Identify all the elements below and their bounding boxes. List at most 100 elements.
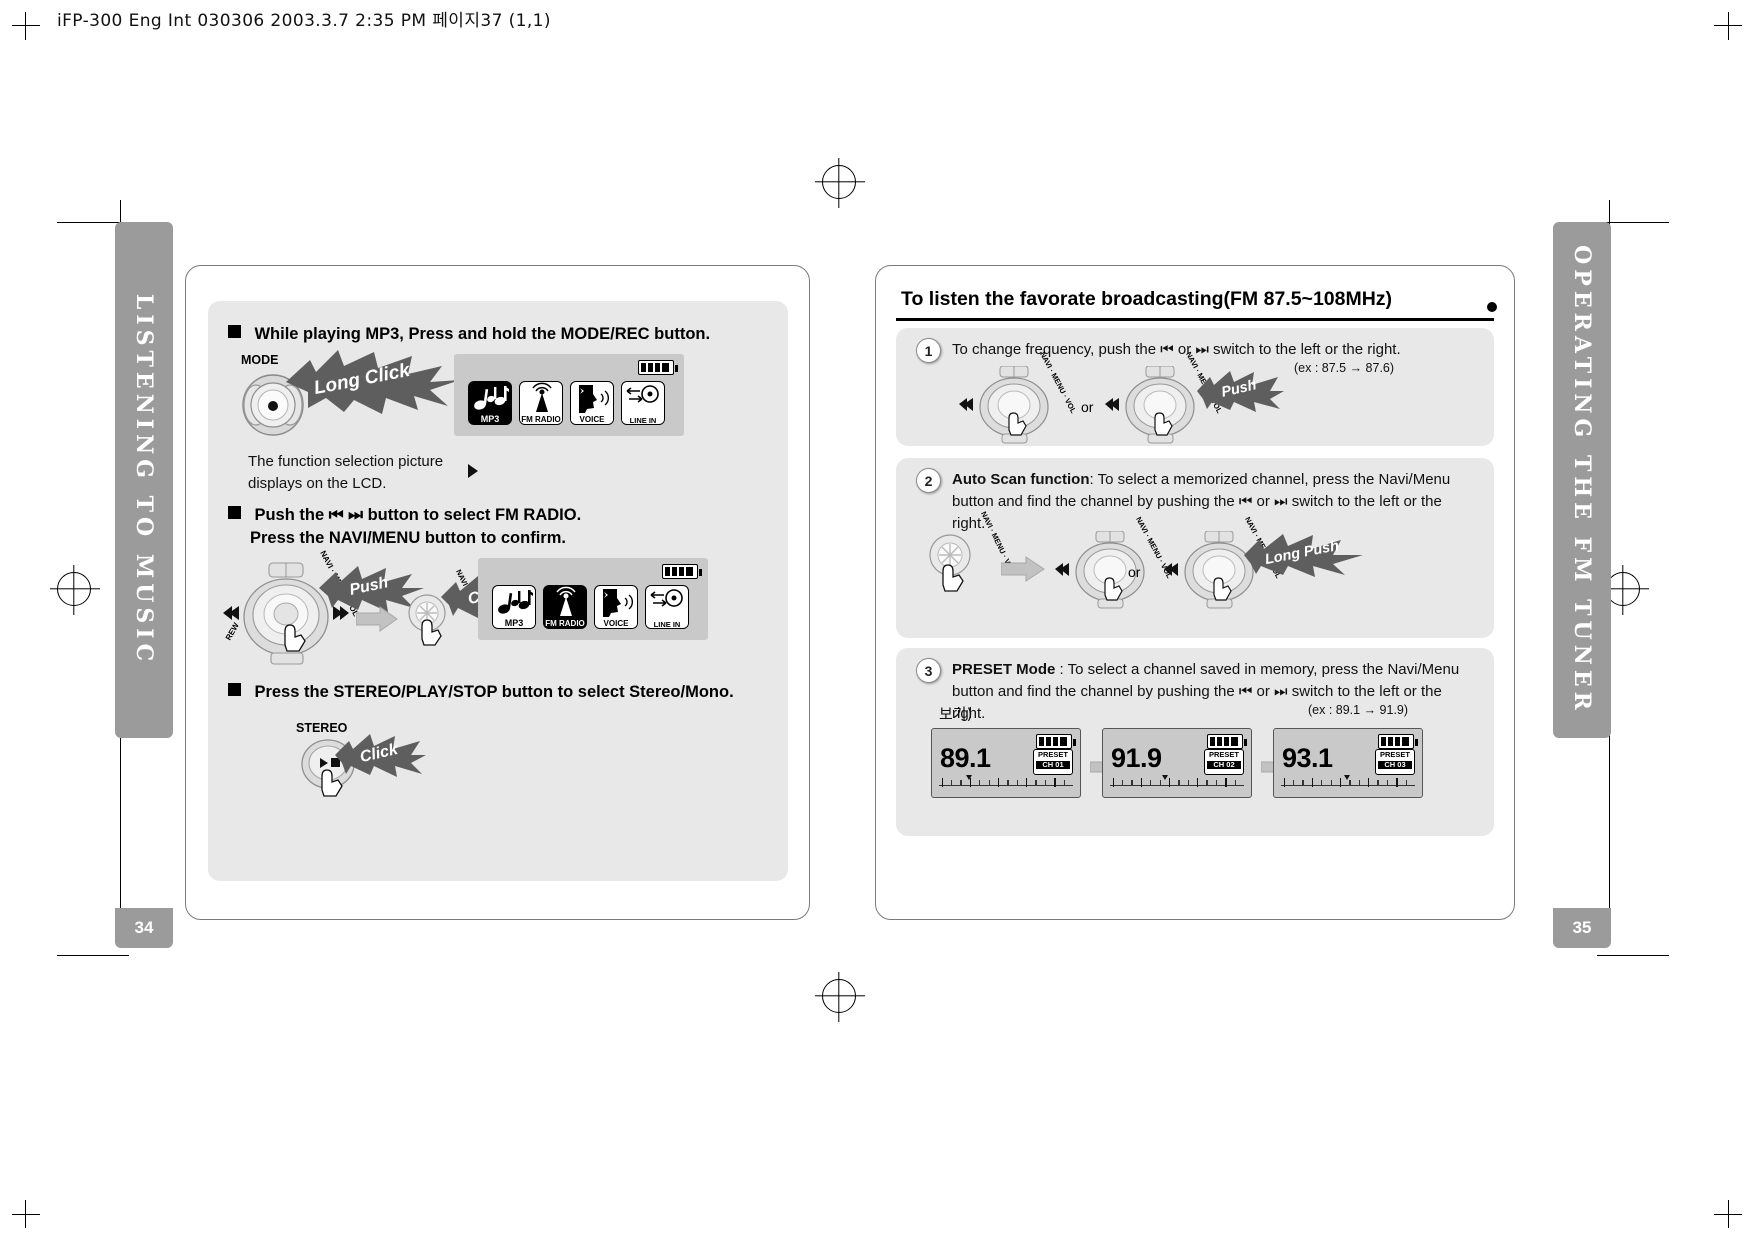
title-underline [896,318,1494,321]
section-2-number: 2 [916,468,941,493]
section-2-or-label: or [1128,564,1141,580]
step2-heading-line1: Push the ⏮ ⏭ button to select FM RADIO. [254,506,582,524]
preset-tag-3-top: PRESET [1379,750,1410,759]
left-page: While playing MP3, Press and hold the MO… [185,265,810,920]
side-tab-listening-to-music: LISTENING TO MUSIC [115,222,173,738]
line-in-glyph-2 [650,589,683,607]
preset-frequency-2: 91.9 [1111,743,1162,773]
preset-tag-1-bottom: CH 01 [1036,760,1070,770]
section-1-example: (ex : 87.5 → 87.6) [1294,361,1395,375]
lcd-bottom-label-mp3: MP3 [493,619,535,628]
battery-icon-preset-3 [1378,734,1418,749]
section-1-text: To change frequency, push the ⏮ or ⏭ swi… [952,341,1401,358]
tuning-scale-1 [939,775,1073,791]
section-2-text: Auto Scan function: To select a memorize… [952,469,1472,534]
tuning-scale-3 [1281,775,1415,791]
preset-frequency-3: 93.1 [1282,743,1333,773]
page-number-left: 34 [115,908,173,948]
fm-antenna-icon: FM RADIO [519,381,563,425]
battery-icon-preset-2 [1207,734,1247,749]
bullet-square-icon-2 [228,506,241,519]
lcd-bottom-label-linein-text: LINE IN [653,619,681,629]
title-end-dot [1487,302,1497,312]
long-push-burst-section2: Long Push [1241,531,1366,579]
fm-antenna-glyph-2 [556,586,576,616]
korean-annotation: 보기) [939,705,973,723]
side-tab-left-label: LISTENING TO MUSIC [131,293,157,667]
lcd-top-label-linein: LINE IN [622,417,664,424]
flow-arrow-1-svg [355,606,398,632]
section-2-bold-lead: Auto Scan function [952,471,1090,488]
section-1-number: 1 [916,338,941,363]
page-number-right: 35 [1553,908,1611,948]
navi-jog-1a[interactable]: NAVI · MENU · VOL [958,350,1078,444]
fm-antenna-icon: FM RADIO [543,585,587,629]
step2-heading-row: Push the ⏮ ⏭ button to select FM RADIO. [228,504,773,526]
music-note-icon: MP3 [492,585,536,629]
lcd-top-label-voice: VOICE [571,416,613,424]
lcd-bottom-cell-mp3[interactable]: MP3 [492,585,536,629]
lcd-top-cell-fm[interactable]: FM RADIO [519,381,563,425]
lcd-display-top: MP3 FM RADIO VOICE LINE IN [454,354,684,436]
side-tab-operating-fm-tuner: OPERATING THE FM TUNER [1553,222,1611,738]
battery-icon-bottom [662,564,702,579]
music-note-glyph-2 [498,590,533,614]
lcd-bottom-cell-voice[interactable]: VOICE [594,585,638,629]
page-title: To listen the favorate broadcasting(FM 8… [901,288,1393,310]
section-3-number: 3 [916,658,941,683]
step1-heading: While playing MP3, Press and hold the MO… [254,325,711,343]
mode-button-label: MODE [241,353,279,367]
preset-frequency-1: 89.1 [940,743,991,773]
preset-tag-1-top: PRESET [1037,750,1068,759]
lcd-bottom-label-voice: VOICE [595,620,637,628]
lcd-top-cell-voice[interactable]: VOICE [570,381,614,425]
fm-antenna-glyph [532,382,552,412]
lcd-top-cell-mp3[interactable]: MP3 [468,381,512,425]
lcd-top-label-fm: FM RADIO [520,416,562,424]
navi-menu-button-small-2-svg [929,534,971,592]
voice-face-icon: VOICE [570,381,614,425]
note-triangle-icon [468,464,478,478]
preset-tag-1: PRESET CH 01 [1033,749,1073,775]
navi-jog-2a[interactable]: NAVI · MENU · VOL [1054,515,1174,609]
click-burst-stereo: Click [332,731,428,779]
tuning-pointer-3 [1343,775,1350,780]
lcd-note-text: The function selection picture displays … [248,451,498,495]
battery-icon-preset-1 [1036,734,1076,749]
lcd-bottom-cell-fm[interactable]: FM RADIO [543,585,587,629]
push-burst-section1: Push [1194,368,1286,414]
preset-tag-3-bottom: CH 03 [1378,760,1412,770]
step3-heading-row: Press the STEREO/PLAY/STOP button to sel… [228,681,773,703]
navi-menu-button-small-2[interactable]: NAVI · MENU · VOL [922,510,1017,603]
long-click-burst: Long Click [282,348,462,416]
lcd-note-label: The function selection picture displays … [248,453,444,492]
tuning-pointer-1 [965,775,972,780]
preset-display-2: 91.9 PRESET CH 02 [1102,728,1252,798]
bullet-square-icon-3 [228,683,241,696]
preset-display-3: 93.1 PRESET CH 03 [1273,728,1423,798]
flow-arrow-2 [1000,556,1045,587]
line-in-glyph [626,385,659,403]
manual-page-spread: LISTENING TO MUSIC 34 OPERATING THE FM T… [0,0,1754,1240]
lcd-bottom-label-fm-text: FM RADIO [545,619,585,628]
tuning-pointer-2 [1162,775,1169,780]
preset-display-1: 89.1 PRESET CH 01 [931,728,1081,798]
preset-tag-2-top: PRESET [1208,750,1239,759]
preset-tag-2-bottom: CH 02 [1207,760,1241,770]
lcd-top-label-mp3: MP3 [469,415,511,424]
section-3-bold-lead: PRESET Mode [952,661,1056,678]
lcd-bottom-label-fm: FM RADIO [544,620,586,628]
lcd-top-cell-linein[interactable]: LINE IN [621,381,665,425]
lcd-bottom-cell-linein[interactable]: LINE IN [645,585,689,629]
step2-heading-line2: Press the NAVI/MENU button to confirm. [250,529,566,547]
lcd-top-label-fm-text: FM RADIO [521,415,561,424]
lcd-bottom-label-linein: LINE IN [646,621,688,628]
line-in-icon: LINE IN [645,585,689,629]
music-note-glyph [474,386,509,410]
lcd-top-label-linein-text: LINE IN [629,415,657,425]
step1-heading-row: While playing MP3, Press and hold the MO… [228,323,773,345]
step3-heading: Press the STEREO/PLAY/STOP button to sel… [254,683,734,701]
lcd-top-icon-row: MP3 FM RADIO VOICE LINE IN [468,381,665,425]
preset-tag-2: PRESET CH 02 [1204,749,1244,775]
bullet-square-icon [228,325,241,338]
